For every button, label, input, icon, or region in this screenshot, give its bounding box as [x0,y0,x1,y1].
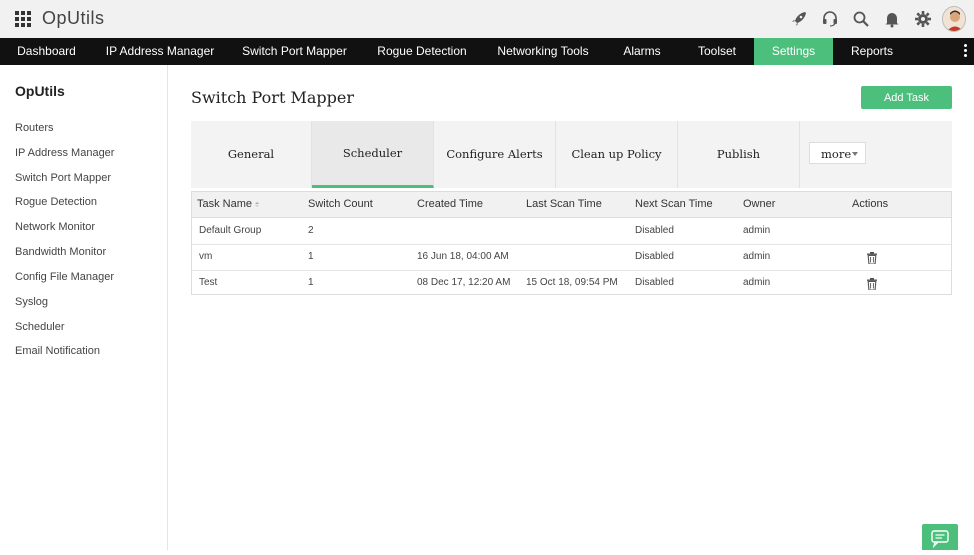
gear-icon[interactable] [911,7,935,31]
cell-owner: admin [743,225,771,236]
column-header-last-scan-time[interactable]: Last Scan Time [526,192,602,217]
column-header-label: Task Name [197,198,253,210]
app-grid-icon[interactable] [15,11,31,27]
tab-configure-alerts[interactable]: Configure Alerts [434,121,556,188]
cell-switch-count: 1 [308,277,314,288]
tab-clean-up-policy[interactable]: Clean up Policy [556,121,678,188]
sidebar: OpUtils Routers IP Address Manager Switc… [0,65,168,550]
table-row: Test 1 08 Dec 17, 12:20 AM 15 Oct 18, 09… [192,270,951,296]
delete-icon[interactable] [867,277,877,291]
search-icon[interactable] [849,7,873,31]
cell-created-time: 08 Dec 17, 12:20 AM [417,277,511,288]
sidebar-item-syslog[interactable]: Syslog [15,296,48,308]
user-avatar[interactable] [942,6,966,32]
more-tabs-dropdown[interactable]: more [809,142,866,164]
nav-switch-port-mapper[interactable]: Switch Port Mapper [227,38,362,65]
tab-scheduler[interactable]: Scheduler [312,121,434,188]
top-icons [780,6,966,32]
sidebar-item-rogue-detection[interactable]: Rogue Detection [15,196,97,208]
sidebar-item-ip-address-manager[interactable]: IP Address Manager [15,147,114,159]
sidebar-item-email-notification[interactable]: Email Notification [15,345,100,357]
table-row: vm 1 16 Jun 18, 04:00 AM Disabled admin [192,244,951,271]
more-menu-icon[interactable] [964,44,968,59]
nav-networking-tools[interactable]: Networking Tools [482,38,604,65]
chat-icon [931,530,949,549]
table-header: Task Name Switch Count Created Time Last… [192,192,951,218]
sidebar-item-scheduler[interactable]: Scheduler [15,321,65,333]
cell-task-name[interactable]: Test [199,270,217,296]
column-header-task-name[interactable]: Task Name [197,192,260,217]
nav-rogue-detection[interactable]: Rogue Detection [362,38,482,65]
cell-owner: admin [743,251,771,262]
cell-owner: admin [743,277,771,288]
main-nav: Dashboard IP Address Manager Switch Port… [0,38,974,65]
cell-task-name[interactable]: vm [199,244,212,270]
sidebar-item-routers[interactable]: Routers [15,122,54,134]
cell-switch-count: 2 [308,225,314,236]
cell-next-scan-time: Disabled [635,225,674,236]
column-header-owner[interactable]: Owner [743,192,775,217]
sidebar-item-config-file-manager[interactable]: Config File Manager [15,271,114,283]
cell-task-name[interactable]: Default Group [199,218,261,244]
tasks-table: Task Name Switch Count Created Time Last… [191,191,952,295]
nav-reports[interactable]: Reports [833,38,911,65]
headset-icon[interactable] [818,7,842,31]
nav-settings[interactable]: Settings [754,38,833,65]
nav-dashboard[interactable]: Dashboard [0,38,93,65]
column-header-next-scan-time[interactable]: Next Scan Time [635,192,713,217]
tab-general[interactable]: General [191,121,312,188]
column-header-created-time[interactable]: Created Time [417,192,483,217]
chat-widget-button[interactable] [922,524,958,550]
sidebar-item-network-monitor[interactable]: Network Monitor [15,221,95,233]
more-label: more [821,147,852,161]
tab-publish[interactable]: Publish [678,121,800,188]
app-title: OpUtils [42,8,105,28]
page-title: Switch Port Mapper [191,88,354,107]
bell-icon[interactable] [880,7,904,31]
column-header-actions: Actions [852,198,889,210]
cell-next-scan-time: Disabled [635,277,674,288]
top-bar: OpUtils [0,0,974,38]
nav-alarms[interactable]: Alarms [604,38,680,65]
nav-ip-address-manager[interactable]: IP Address Manager [93,38,227,65]
cell-last-scan-time: 15 Oct 18, 09:54 PM [526,277,618,288]
delete-icon[interactable] [867,251,877,265]
table-row: Default Group 2 Disabled admin [192,218,951,245]
sidebar-item-switch-port-mapper[interactable]: Switch Port Mapper [15,172,111,184]
column-header-switch-count[interactable]: Switch Count [308,192,373,217]
cell-switch-count: 1 [308,251,314,262]
rocket-icon[interactable] [787,7,811,31]
add-task-button[interactable]: Add Task [861,86,952,109]
nav-toolset[interactable]: Toolset [680,38,754,65]
sort-icon[interactable] [255,201,260,207]
cell-next-scan-time: Disabled [635,251,674,262]
caret-down-icon [852,152,858,156]
sidebar-item-bandwidth-monitor[interactable]: Bandwidth Monitor [15,246,106,258]
sidebar-title: OpUtils [15,83,65,99]
cell-created-time: 16 Jun 18, 04:00 AM [417,251,509,262]
